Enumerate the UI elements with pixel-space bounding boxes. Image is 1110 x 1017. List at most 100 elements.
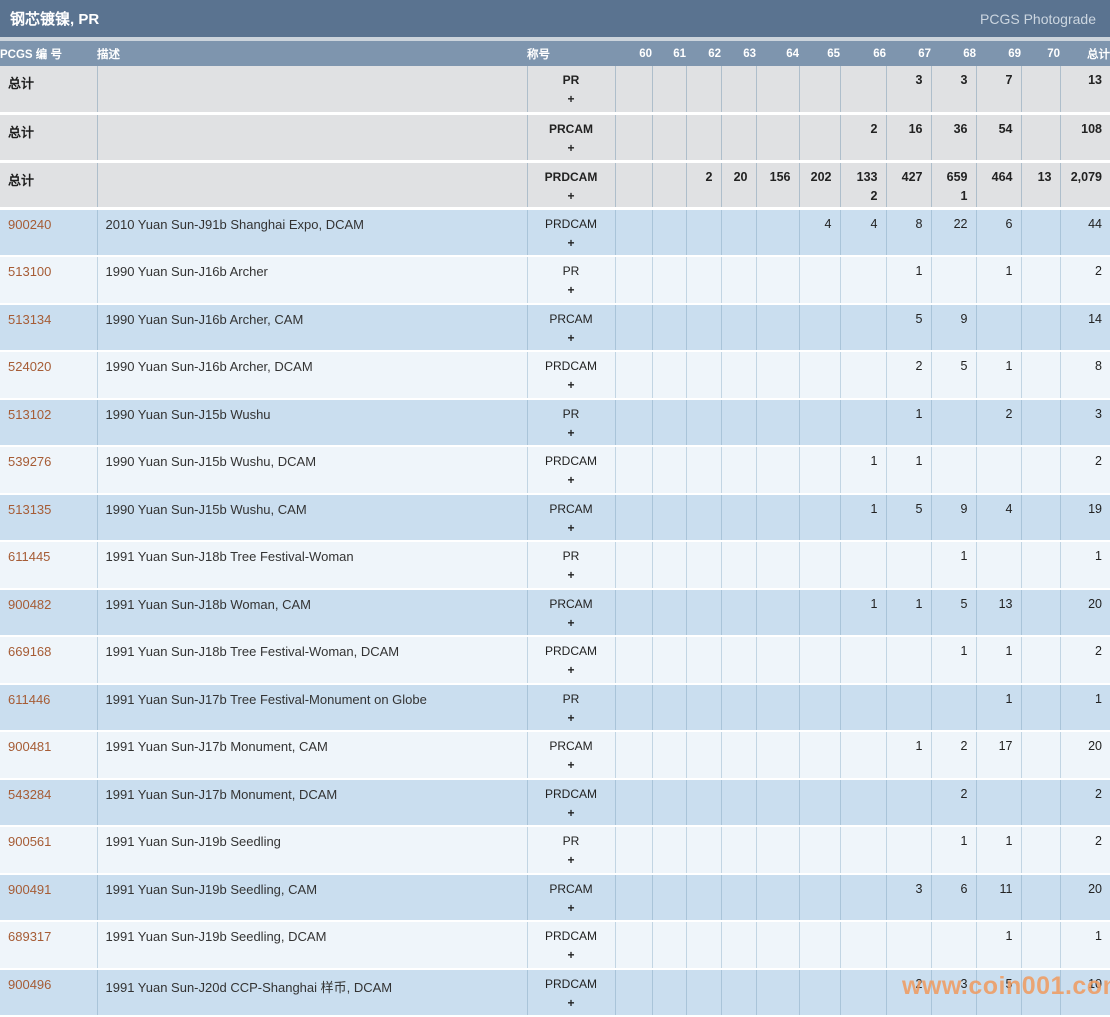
pcgs-number-link[interactable]: 689317 <box>8 929 51 944</box>
plus-grade-count <box>1022 568 1052 583</box>
grade-count <box>687 597 713 612</box>
grade-65-count-cell <box>799 351 840 399</box>
plus-grade-count <box>687 426 713 441</box>
grade-count <box>1022 407 1052 422</box>
pcgs-number-link[interactable]: 539276 <box>8 454 51 469</box>
grade-64-count-cell <box>756 779 799 827</box>
grade-66-count-cell: 1 <box>840 494 886 542</box>
plus-grade-count <box>887 758 923 773</box>
grade-count <box>722 73 748 88</box>
grade-count <box>800 312 832 327</box>
plus-grade-count <box>841 758 878 773</box>
pcgs-number-link[interactable]: 611445 <box>8 549 50 564</box>
plus-grade-count <box>757 663 791 678</box>
pcgs-number-cell: 513100 <box>0 256 97 304</box>
grade-68-count-cell: 22 <box>931 209 976 257</box>
plus-designation: + <box>528 141 615 156</box>
pcgs-number-link[interactable]: 900496 <box>8 977 51 992</box>
pcgs-number-cell: 513134 <box>0 304 97 352</box>
pcgs-number-link[interactable]: 513134 <box>8 312 51 327</box>
plus-grade-count <box>841 426 878 441</box>
grade-62-count-cell <box>686 589 721 637</box>
plus-grade-count <box>1022 901 1052 916</box>
grade-count <box>800 739 832 754</box>
grade-count: 1 <box>887 597 923 612</box>
plus-grade-count <box>977 92 1013 107</box>
coin-description: 1990 Yuan Sun-J15b Wushu <box>97 399 527 447</box>
grade-count <box>687 929 713 944</box>
grade-count: 1 <box>977 359 1013 374</box>
grade-66-count-cell <box>840 66 886 114</box>
row-total-cell: 1 <box>1060 541 1110 589</box>
grade-60-count-cell <box>615 589 652 637</box>
pcgs-number-link[interactable]: 900491 <box>8 882 51 897</box>
column-header-grade-61: 61 <box>652 41 686 66</box>
plus-grade-count <box>653 378 678 393</box>
plus-grade-count <box>887 378 923 393</box>
pcgs-number-link[interactable]: 513102 <box>8 407 51 422</box>
grade-70-count-cell <box>1021 304 1060 352</box>
pcgs-number-link[interactable]: 543284 <box>8 787 51 802</box>
summary-row: 总计PRCAM+2163654108 <box>0 114 1110 162</box>
grade-70-count-cell <box>1021 874 1060 922</box>
grade-70-count-cell <box>1021 731 1060 779</box>
row-total-cell: 2 <box>1060 826 1110 874</box>
grade-62-count-cell <box>686 874 721 922</box>
grade-61-count-cell <box>652 779 686 827</box>
grade-count <box>757 122 791 137</box>
table-row: 5131351990 Yuan Sun-J15b Wushu, CAMPRCAM… <box>0 494 1110 542</box>
pcgs-number-link[interactable]: 513100 <box>8 264 51 279</box>
row-total: 20 <box>1061 882 1103 897</box>
grade-70-count-cell <box>1021 256 1060 304</box>
plus-grade-count <box>977 283 1013 298</box>
grade-count <box>800 787 832 802</box>
grade-count <box>616 882 644 897</box>
plus-grade-count <box>977 806 1013 821</box>
grade-61-count-cell <box>652 256 686 304</box>
grade-count <box>757 217 791 232</box>
grade-count <box>653 502 678 517</box>
plus-grade-count <box>653 948 678 963</box>
plus-grade-count <box>687 758 713 773</box>
grade-count <box>841 264 878 279</box>
grade-61-count-cell <box>652 399 686 447</box>
pcgs-number-link[interactable]: 900561 <box>8 834 51 849</box>
designation-label: PR <box>528 692 615 707</box>
grade-count <box>722 264 748 279</box>
pcgs-number-cell: 900240 <box>0 209 97 257</box>
pcgs-number-link[interactable]: 900482 <box>8 597 51 612</box>
grade-62-count-cell <box>686 541 721 589</box>
grade-61-count-cell <box>652 209 686 257</box>
coin-description: 1990 Yuan Sun-J16b Archer, CAM <box>97 304 527 352</box>
grade-68-count-cell <box>931 921 976 969</box>
pcgs-number-link[interactable]: 513135 <box>8 502 51 517</box>
grade-count <box>616 264 644 279</box>
designation-cell: PR+ <box>527 826 615 874</box>
pcgs-number-link[interactable]: 900481 <box>8 739 51 754</box>
plus-grade-count <box>616 616 644 631</box>
pcgs-number-cell: 524020 <box>0 351 97 399</box>
pcgs-number-link[interactable]: 900240 <box>8 217 51 232</box>
plus-grade-count <box>841 141 878 156</box>
plus-grade-count <box>932 901 968 916</box>
pcgs-number-cell: 总计 <box>0 114 97 162</box>
pcgs-number-link[interactable]: 524020 <box>8 359 51 374</box>
plus-grade-count <box>1022 331 1052 346</box>
pcgs-number-link[interactable]: 611446 <box>8 692 50 707</box>
designation-cell: PR+ <box>527 541 615 589</box>
grade-67-count-cell: 2 <box>886 351 931 399</box>
grade-67-count-cell: 1 <box>886 446 931 494</box>
plus-grade-count <box>800 568 832 583</box>
pcgs-number-link[interactable]: 669168 <box>8 644 51 659</box>
plus-grade-count <box>887 996 923 1011</box>
grade-count <box>1022 644 1052 659</box>
grade-62-count-cell <box>686 731 721 779</box>
plus-grade-count <box>800 711 832 726</box>
photograde-link[interactable]: PCGS Photograde <box>980 11 1096 27</box>
plus-grade-count <box>800 331 832 346</box>
grade-64-count-cell <box>756 636 799 684</box>
designation-label: PRCAM <box>528 597 615 612</box>
grade-63-count-cell <box>721 399 756 447</box>
plus-grade-count <box>757 189 791 204</box>
plus-grade-count <box>722 901 748 916</box>
